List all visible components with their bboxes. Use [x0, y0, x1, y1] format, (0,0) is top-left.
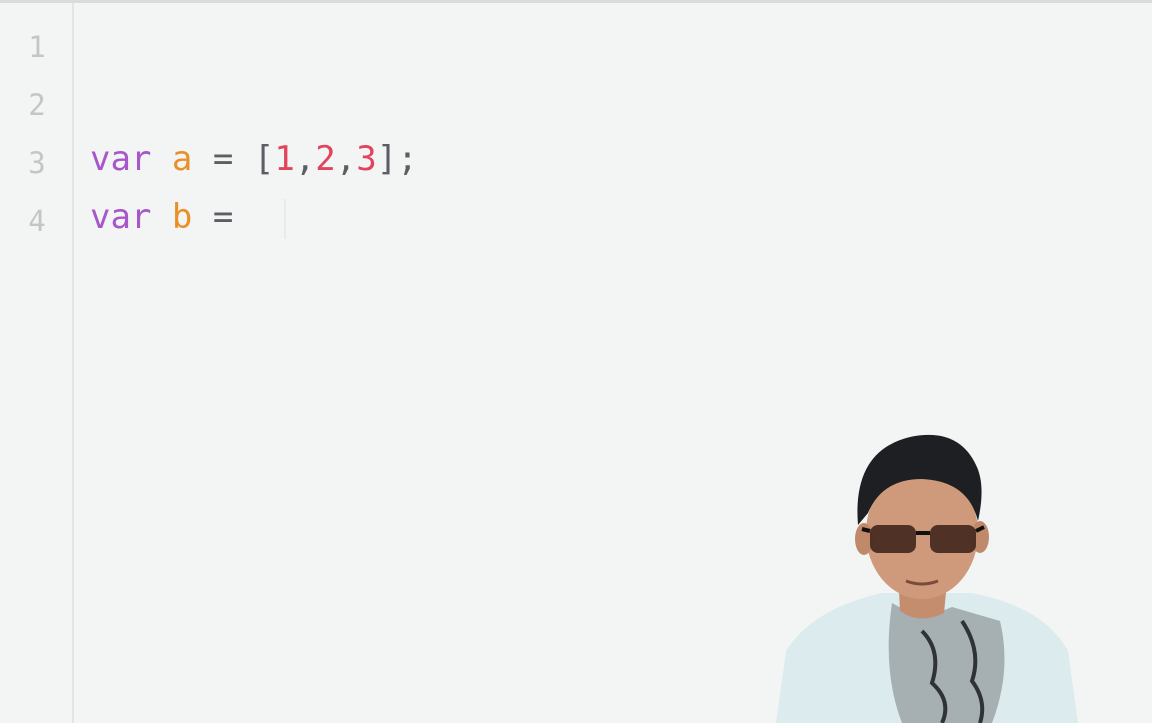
line-number-4: 4	[28, 204, 46, 238]
line-number-3: 3	[28, 146, 46, 180]
keyword: var	[90, 139, 152, 179]
operator: =	[212, 197, 234, 237]
code-line-4[interactable]: var b =	[90, 197, 233, 237]
identifier: a	[171, 139, 193, 179]
text-cursor	[284, 199, 286, 239]
presenter-webcam-icon	[776, 434, 1078, 723]
comma: ,	[294, 139, 316, 179]
code-editor[interactable]: 1 2 3 4 var a = [1,2,3]; var b =	[0, 0, 1152, 723]
line-number-1: 1	[28, 30, 46, 64]
bracket-close-semicolon: ];	[376, 139, 418, 179]
keyword: var	[90, 197, 152, 237]
line-number-gutter: 1 2 3 4	[0, 3, 74, 723]
number-literal: 1	[274, 139, 295, 179]
bracket-open: [	[253, 139, 275, 179]
comma: ,	[335, 139, 357, 179]
code-line-3[interactable]: var a = [1,2,3];	[90, 139, 418, 179]
line-number-2: 2	[28, 88, 46, 122]
number-literal: 3	[356, 139, 377, 179]
identifier: b	[171, 197, 193, 237]
number-literal: 2	[315, 139, 336, 179]
operator: =	[212, 139, 234, 179]
